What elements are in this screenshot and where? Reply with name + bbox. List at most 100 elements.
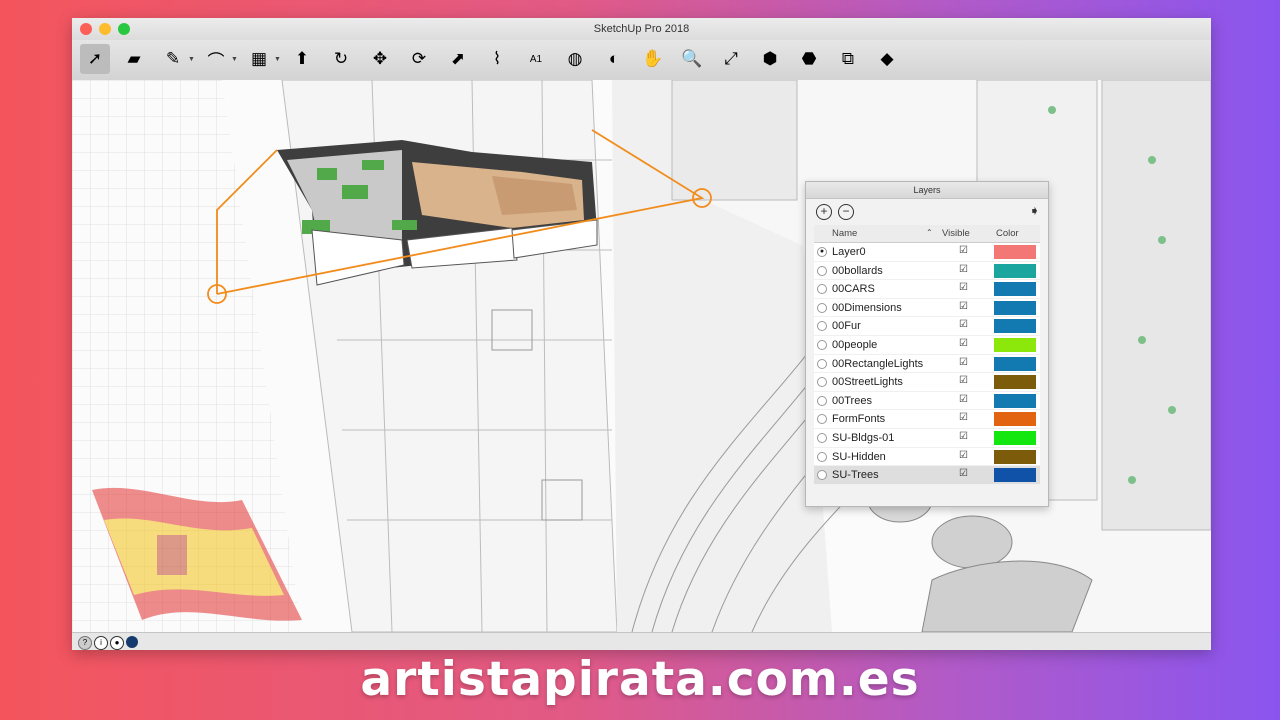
- active-layer-radio[interactable]: [817, 395, 827, 406]
- layer-color-swatch[interactable]: [994, 319, 1036, 334]
- layer-row[interactable]: ● Layer0 ☑: [814, 243, 1040, 262]
- zoom-tool-icon[interactable]: 🔍: [677, 44, 707, 74]
- dropdown-chevron-icon[interactable]: ▼: [188, 56, 195, 63]
- layout-tool-icon[interactable]: ⧉: [833, 44, 863, 74]
- layer-row[interactable]: 00bollards ☑: [814, 262, 1040, 281]
- layer-row[interactable]: 00Fur ☑: [814, 317, 1040, 336]
- visible-checkbox[interactable]: ☑: [959, 450, 968, 461]
- maximize-window-button[interactable]: [118, 23, 130, 35]
- layer-name[interactable]: FormFonts: [832, 413, 885, 425]
- layer-color-swatch[interactable]: [994, 393, 1036, 408]
- text-tool-icon[interactable]: A1: [521, 44, 551, 74]
- info-icon[interactable]: i: [94, 636, 108, 650]
- visible-checkbox[interactable]: ☑: [959, 375, 968, 386]
- eraser-tool-icon[interactable]: ▰: [119, 44, 149, 74]
- layer-color-swatch[interactable]: [994, 337, 1036, 352]
- visible-checkbox[interactable]: ☑: [959, 282, 968, 293]
- layer-color-swatch[interactable]: [994, 412, 1036, 427]
- active-layer-radio[interactable]: [817, 451, 827, 462]
- close-window-button[interactable]: [80, 23, 92, 35]
- layer-row[interactable]: 00CARS ☑: [814, 280, 1040, 299]
- layer-color-swatch[interactable]: [994, 263, 1036, 278]
- layer-name[interactable]: Layer0: [832, 246, 866, 258]
- layer-color-swatch[interactable]: [994, 375, 1036, 390]
- active-layer-radio[interactable]: [817, 302, 827, 313]
- active-layer-radio[interactable]: [817, 377, 827, 388]
- layer-row[interactable]: 00Trees ☑: [814, 392, 1040, 411]
- move-tool-icon[interactable]: ✥: [365, 44, 395, 74]
- layer-color-swatch[interactable]: [994, 468, 1036, 483]
- layer-color-swatch[interactable]: [994, 430, 1036, 445]
- layer-name[interactable]: SU-Hidden: [832, 451, 886, 463]
- layer-row[interactable]: SU-Trees ☑: [814, 466, 1040, 485]
- layer-row[interactable]: 00StreetLights ☑: [814, 373, 1040, 392]
- visible-checkbox[interactable]: ☑: [959, 357, 968, 368]
- arc-tool-icon[interactable]: ⌒: [201, 44, 231, 74]
- paint-bucket-tool-icon[interactable]: ◍: [560, 44, 590, 74]
- visible-checkbox[interactable]: ☑: [959, 319, 968, 330]
- layer-color-swatch[interactable]: [994, 282, 1036, 297]
- layer-name[interactable]: 00Trees: [832, 395, 872, 407]
- user-icon[interactable]: ●: [110, 636, 124, 650]
- layer-row[interactable]: 00Dimensions ☑: [814, 299, 1040, 318]
- layer-row[interactable]: SU-Hidden ☑: [814, 448, 1040, 467]
- active-layer-radio[interactable]: [817, 470, 827, 481]
- select-tool-icon[interactable]: ➚: [80, 44, 110, 74]
- active-layer-radio[interactable]: [817, 358, 827, 369]
- dropdown-chevron-icon[interactable]: ▼: [231, 56, 238, 63]
- layer-color-swatch[interactable]: [994, 356, 1036, 371]
- layer-name[interactable]: SU-Trees: [832, 469, 879, 481]
- layer-color-swatch[interactable]: [994, 449, 1036, 464]
- layer-color-swatch[interactable]: [994, 245, 1036, 259]
- layer-name[interactable]: 00people: [832, 339, 877, 351]
- warehouse-tool-icon[interactable]: ⬢: [755, 44, 785, 74]
- visible-checkbox[interactable]: ☑: [959, 394, 968, 405]
- column-visible[interactable]: Visible: [942, 228, 970, 239]
- active-layer-radio[interactable]: [817, 321, 827, 332]
- push-pull-tool-icon[interactable]: ⬆: [287, 44, 317, 74]
- rotate-tool-icon[interactable]: ⟳: [404, 44, 434, 74]
- column-color[interactable]: Color: [996, 228, 1019, 239]
- visible-checkbox[interactable]: ☑: [959, 264, 968, 275]
- active-layer-radio[interactable]: [817, 339, 827, 350]
- 3d-viewport[interactable]: Layers + − ➧ Name ⌃ Visible Color ● Layer…: [72, 79, 1211, 633]
- layer-name[interactable]: 00RectangleLights: [832, 358, 923, 370]
- layer-name[interactable]: 00bollards: [832, 265, 883, 277]
- layer-row[interactable]: SU-Bldgs-01 ☑: [814, 429, 1040, 448]
- pan-tool-icon[interactable]: ✋: [638, 44, 668, 74]
- layer-name[interactable]: SU-Bldgs-01: [832, 432, 894, 444]
- pencil-tool-icon[interactable]: ✎: [158, 44, 188, 74]
- active-layer-radio[interactable]: [817, 414, 827, 425]
- layer-name[interactable]: 00StreetLights: [832, 376, 903, 388]
- orbit-tool-icon[interactable]: ◐: [599, 44, 629, 74]
- add-layer-icon[interactable]: +: [816, 204, 832, 220]
- layer-row[interactable]: FormFonts ☑: [814, 410, 1040, 429]
- zoom-extents-tool-icon[interactable]: ⤢: [716, 44, 746, 74]
- layer-name[interactable]: 00Fur: [832, 320, 861, 332]
- extension-warehouse-tool-icon[interactable]: ⬣: [794, 44, 824, 74]
- column-name[interactable]: Name: [832, 228, 857, 239]
- layer-row[interactable]: 00people ☑: [814, 336, 1040, 355]
- visible-checkbox[interactable]: ☑: [959, 245, 968, 256]
- dropdown-chevron-icon[interactable]: ▼: [274, 56, 281, 63]
- visible-checkbox[interactable]: ☑: [959, 412, 968, 423]
- active-layer-radio[interactable]: [817, 265, 827, 276]
- layer-name[interactable]: 00CARS: [832, 283, 875, 295]
- scale-tool-icon[interactable]: ⬈: [443, 44, 473, 74]
- active-layer-radio[interactable]: ●: [817, 247, 827, 257]
- layer-row[interactable]: 00RectangleLights ☑: [814, 355, 1040, 374]
- visible-checkbox[interactable]: ☑: [959, 338, 968, 349]
- details-arrow-icon[interactable]: ➧: [1029, 203, 1040, 219]
- ruby-tool-icon[interactable]: ◆: [872, 44, 902, 74]
- follow-me-tool-icon[interactable]: ↻: [326, 44, 356, 74]
- minimize-window-button[interactable]: [99, 23, 111, 35]
- delete-layer-icon[interactable]: −: [838, 204, 854, 220]
- visible-checkbox[interactable]: ☑: [959, 431, 968, 442]
- active-layer-radio[interactable]: [817, 432, 827, 443]
- help-icon[interactable]: ?: [78, 636, 92, 650]
- sort-chevron-icon[interactable]: ⌃: [926, 228, 933, 237]
- visible-checkbox[interactable]: ☑: [959, 301, 968, 312]
- visible-checkbox[interactable]: ☑: [959, 468, 968, 479]
- layer-color-swatch[interactable]: [994, 300, 1036, 315]
- rectangle-tool-icon[interactable]: ▦: [244, 44, 274, 74]
